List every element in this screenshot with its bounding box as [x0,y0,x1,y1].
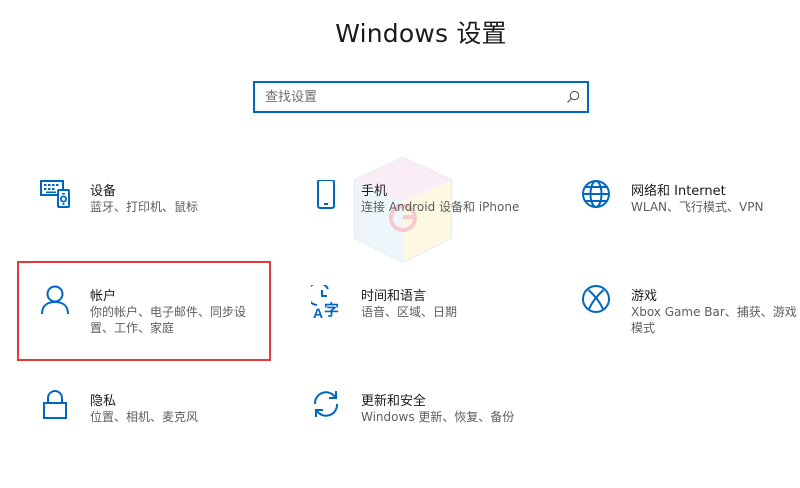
globe-icon [581,180,617,216]
tile-desc: Xbox Game Bar、捕获、游戏模式 [631,305,797,335]
tile-title: 时间和语言 [361,289,427,304]
tile-phone[interactable]: 手机 连接 Android 设备和 iPhone [311,180,551,260]
search-box[interactable] [253,81,589,113]
tile-accounts[interactable]: 帐户 你的帐户、电子邮件、同步设置、工作、家庭 [40,285,280,365]
page-title: Windows 设置 [335,19,507,48]
tile-desc: 你的帐户、电子邮件、同步设置、工作、家庭 [90,305,247,335]
search-input[interactable] [255,83,565,111]
xbox-icon [581,285,617,321]
svg-text:A: A [313,305,323,321]
person-icon [40,285,76,321]
time-language-icon: A 字 [311,285,347,321]
tile-gaming[interactable]: 游戏 Xbox Game Bar、捕获、游戏模式 [581,285,800,365]
phone-icon [311,180,347,216]
tile-desc: 蓝牙、打印机、鼠标 [90,200,199,214]
tile-time-language[interactable]: A 字 时间和语言 语音、区域、日期 [311,285,551,365]
settings-window: Windows 设置 查找设置 设备 蓝牙、打印机、鼠标 手机 连接 Andro… [0,0,800,488]
tile-desc: 位置、相机、麦克风 [90,410,199,424]
tile-desc: WLAN、飞行模式、VPN [631,200,764,214]
tile-update-security[interactable]: 更新和安全 Windows 更新、恢复、备份 [311,390,551,470]
tile-title: 设备 [90,184,117,199]
search-icon[interactable] [565,89,581,105]
sync-icon [311,390,347,426]
tile-desc: 语音、区域、日期 [361,305,458,319]
tile-title: 网络和 Internet [631,184,726,199]
tile-title: 隐私 [90,394,117,409]
svg-text:字: 字 [324,301,339,319]
devices-icon [40,180,76,216]
tile-title: 游戏 [631,289,658,304]
tile-desc: Windows 更新、恢复、备份 [361,410,515,424]
tile-devices[interactable]: 设备 蓝牙、打印机、鼠标 [40,180,280,260]
tile-network[interactable]: 网络和 Internet WLAN、飞行模式、VPN [581,180,800,260]
tile-title: 手机 [361,184,388,199]
tile-privacy[interactable]: 隐私 位置、相机、麦克风 [40,390,280,470]
tile-desc: 连接 Android 设备和 iPhone [361,200,520,214]
lock-icon [40,390,76,426]
tile-title: 帐户 [90,289,117,304]
tile-title: 更新和安全 [361,394,427,409]
